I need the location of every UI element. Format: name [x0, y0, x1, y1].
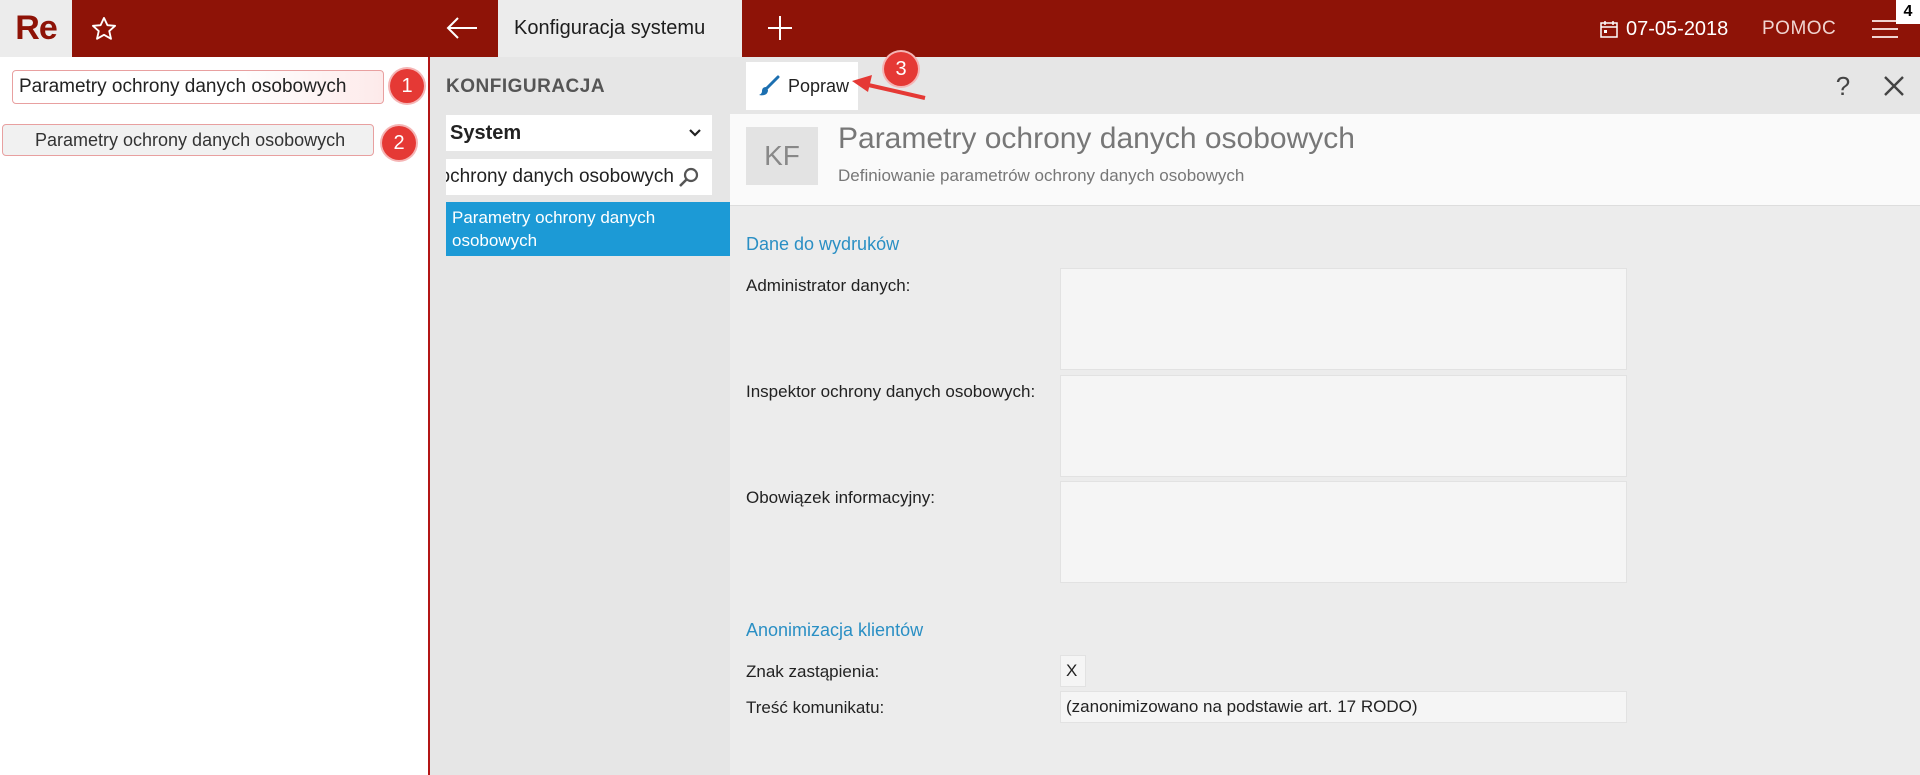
- app-logo[interactable]: Re: [0, 0, 72, 57]
- star-icon[interactable]: [86, 11, 122, 47]
- tab-konfiguracja-systemu[interactable]: Konfiguracja systemu: [498, 0, 742, 57]
- nav-item-parametry[interactable]: Parametry ochrony danych osobowych: [446, 202, 730, 256]
- date-picker[interactable]: 07-05-2018: [1600, 12, 1728, 46]
- section-print-data: Dane do wydruków: [746, 234, 900, 254]
- replace-char-label: Znak zastąpienia:: [746, 662, 880, 681]
- panel-title: KONFIGURACJA: [446, 76, 606, 97]
- message-field[interactable]: (zanonimizowano na podstawie art. 17 ROD…: [1060, 691, 1627, 723]
- module-badge: KF: [746, 127, 818, 185]
- info-duty-field[interactable]: [1060, 481, 1627, 583]
- module-select-value: System: [450, 121, 522, 144]
- step-badge-4: 4: [1896, 0, 1920, 24]
- info-duty-label: Obowiązek informacyjny:: [746, 488, 935, 507]
- admin-field[interactable]: [1060, 268, 1627, 370]
- filter-field[interactable]: [446, 159, 712, 195]
- help-link[interactable]: POMOC: [1762, 12, 1836, 46]
- step-badge-3: 3: [884, 52, 918, 86]
- search-result-item[interactable]: Parametry ochrony danych osobowych: [2, 124, 374, 156]
- replace-char-field[interactable]: X: [1060, 655, 1086, 687]
- inspector-field[interactable]: [1060, 375, 1627, 477]
- search-icon[interactable]: [674, 162, 704, 192]
- page-subtitle: Definiowanie parametrów ochrony danych o…: [838, 166, 1245, 185]
- back-arrow-icon[interactable]: [442, 10, 482, 46]
- inspector-label: Inspektor ochrony danych osobowych:: [746, 382, 1036, 401]
- chevron-down-icon: [689, 129, 701, 137]
- brush-icon: [759, 75, 780, 96]
- global-search-input[interactable]: Parametry ochrony danych osobowych: [12, 70, 384, 104]
- calendar-icon: [1600, 21, 1618, 38]
- page-title: Parametry ochrony danych osobowych: [838, 122, 1355, 155]
- current-date: 07-05-2018: [1626, 17, 1729, 40]
- section-anonymization: Anonimizacja klientów: [746, 620, 924, 640]
- step-badge-1: 1: [390, 69, 424, 103]
- message-label: Treść komunikatu:: [746, 698, 885, 717]
- edit-button[interactable]: Popraw: [746, 62, 858, 110]
- filter-input[interactable]: [446, 166, 674, 188]
- step-badge-2: 2: [382, 126, 416, 160]
- search-panel: [0, 57, 428, 775]
- add-tab-icon[interactable]: [762, 10, 798, 46]
- admin-label: Administrator danych:: [746, 276, 911, 295]
- close-icon[interactable]: [1876, 68, 1912, 104]
- question-icon[interactable]: ?: [1828, 68, 1858, 104]
- module-select[interactable]: System: [446, 115, 712, 151]
- edit-button-label: Popraw: [788, 75, 850, 96]
